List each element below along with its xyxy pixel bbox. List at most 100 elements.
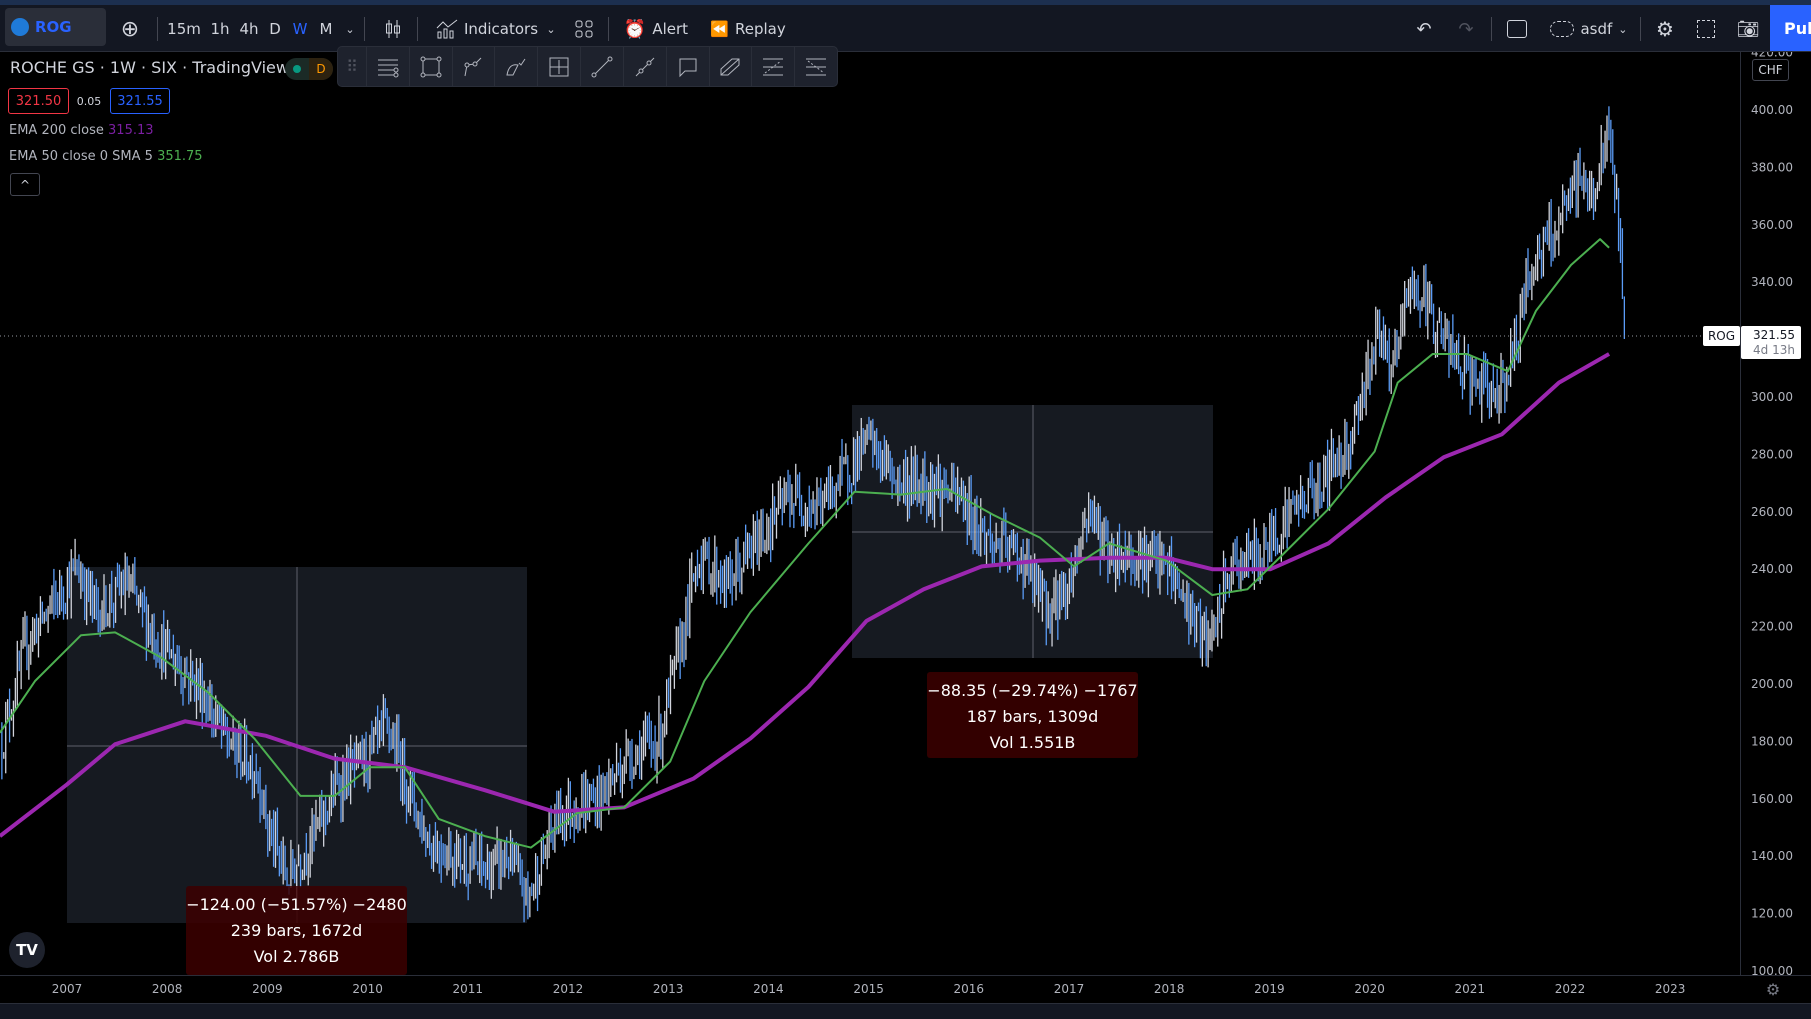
settings-gear-icon[interactable]: ⚙ <box>1653 13 1677 45</box>
spread-value: 0.05 <box>76 94 102 108</box>
fib-retracement-tool-icon[interactable] <box>751 47 794 86</box>
symbol-search-button[interactable]: ROG <box>5 8 106 46</box>
indicators-label: Indicators <box>463 20 539 38</box>
trend-line-tool-icon[interactable] <box>580 47 623 86</box>
divider <box>364 17 365 41</box>
collapse-legend-chevron-up-icon[interactable]: ^ <box>10 173 40 196</box>
time-tick-label: 2007 <box>51 982 83 996</box>
top-toolbar: ROG ⊕ 15m 1h 4h D W M ⌄ Indicators ⌄ ⏰ Al… <box>0 5 1811 52</box>
time-tick-label: 2017 <box>1053 982 1085 996</box>
buy-price-button[interactable]: 321.55 <box>110 88 170 114</box>
alert-label: Alert <box>652 20 689 38</box>
price-tick-label: 220.00 <box>1751 620 1793 634</box>
price-tick-label: 140.00 <box>1751 849 1793 863</box>
time-tick-label: 2010 <box>352 982 383 996</box>
bottom-panel-bar <box>0 1003 1811 1019</box>
camera-icon[interactable]: 📷︎ <box>1735 13 1761 45</box>
replay-label: Replay <box>734 20 786 38</box>
price-tick-label: 200.00 <box>1751 677 1793 691</box>
price-tick-label: 260.00 <box>1751 505 1793 519</box>
interval-m[interactable]: M <box>316 13 336 45</box>
layout-name: asdf <box>1580 20 1613 38</box>
horizontal-lines-tool-icon[interactable] <box>365 47 409 86</box>
drag-handle-icon[interactable]: ⠿ <box>338 47 366 86</box>
time-tick-label: 2013 <box>652 982 684 996</box>
indicators-icon <box>436 19 458 39</box>
rectangle-tool-icon[interactable] <box>408 47 452 86</box>
chart-legend: ROCHE GS · 1W · SIX · TradingView <box>10 58 289 77</box>
price-tick-label: 300.00 <box>1751 390 1793 404</box>
price-chart[interactable]: 420.00400.00380.00360.00340.00320.00300.… <box>0 52 1811 975</box>
price-tick-label: 240.00 <box>1751 562 1793 576</box>
delayed-data-label: D <box>309 58 333 80</box>
ema50-value: 351.75 <box>157 149 203 164</box>
chevron-down-icon[interactable]: ⌄ <box>543 13 559 45</box>
divider <box>1491 17 1492 41</box>
long-position-tool-icon[interactable] <box>537 47 580 86</box>
divider <box>157 17 158 41</box>
measure-label-1: −124.00 (−51.57%) −2480 239 bars, 1672d … <box>186 886 407 975</box>
market-status-badge[interactable]: D <box>285 58 333 80</box>
sell-price-button[interactable]: 321.50 <box>8 88 69 114</box>
layout-name-button[interactable]: asdf ⌄ <box>1543 13 1635 45</box>
legend-ema200[interactable]: EMA 200 close 315.13 <box>9 123 154 138</box>
time-tick-label: 2015 <box>853 982 884 996</box>
chevron-down-icon[interactable]: ⌄ <box>342 13 358 45</box>
bar-countdown: 4d 13h <box>1753 343 1795 357</box>
ema200-label: EMA 200 close <box>9 123 104 138</box>
measure-volume: Vol 1.551B <box>989 733 1076 752</box>
interval-4h[interactable]: 4h <box>237 13 261 45</box>
measure-label-2: −88.35 (−29.74%) −1767 187 bars, 1309d V… <box>927 672 1138 758</box>
time-tick-label: 2019 <box>1254 982 1285 996</box>
interval-1h[interactable]: 1h <box>208 13 232 45</box>
interval-d[interactable]: D <box>266 13 284 45</box>
roche-logo-icon <box>11 18 29 36</box>
brush-tool-icon[interactable] <box>494 47 537 86</box>
price-tick-label: 100.00 <box>1751 964 1793 975</box>
ray-tool-icon[interactable] <box>622 47 666 86</box>
price-tick-label: 280.00 <box>1751 447 1793 461</box>
currency-badge[interactable]: CHF <box>1752 59 1789 81</box>
interval-w[interactable]: W <box>290 13 310 45</box>
legend-ema50[interactable]: EMA 50 close 0 SMA 5 351.75 <box>9 149 203 164</box>
time-tick-label: 2012 <box>552 982 584 996</box>
alarm-clock-icon: ⏰ <box>623 18 647 40</box>
ema50-label: EMA 50 close 0 SMA 5 <box>9 149 153 164</box>
tradingview-logo-icon[interactable]: TV <box>9 932 45 968</box>
indicators-button[interactable]: Indicators <box>432 13 542 45</box>
time-tick-label: 2011 <box>452 982 484 996</box>
price-tick-label: 400.00 <box>1751 103 1793 117</box>
price-tick-label: 180.00 <box>1751 734 1793 748</box>
parallel-channel-tool-icon[interactable] <box>708 47 752 86</box>
alert-button[interactable]: ⏰ Alert <box>622 13 690 45</box>
callout-tool-icon[interactable] <box>665 47 709 86</box>
layout-single-icon[interactable] <box>1505 13 1529 45</box>
layouts-grid-icon[interactable] <box>572 13 596 45</box>
time-tick-label: 2020 <box>1354 982 1385 996</box>
compare-add-icon[interactable]: ⊕ <box>116 13 144 45</box>
time-tick-label: 2023 <box>1654 982 1686 996</box>
market-open-dot-icon <box>293 65 301 73</box>
drawing-toolbar: ⠿ <box>337 46 838 87</box>
price-tick-label: 360.00 <box>1751 218 1793 232</box>
replay-button[interactable]: ⏪ Replay <box>710 13 786 45</box>
measure-bars: 187 bars, 1309d <box>966 707 1099 726</box>
time-axis[interactable]: 2007 2008 2009 2010 2011 2012 2013 2014 2015 2016… <box>0 975 1811 1003</box>
time-tick-label: 2018 <box>1153 982 1185 996</box>
undo-icon[interactable]: ↶ <box>1412 13 1436 45</box>
axis-settings-gear-icon[interactable]: ⚙ <box>1762 978 1784 1000</box>
measure-volume: Vol 2.786B <box>253 947 340 966</box>
price-tick-label: 340.00 <box>1751 275 1793 289</box>
fib-extension-tool-icon[interactable] <box>794 47 837 86</box>
interval-15m[interactable]: 15m <box>167 13 201 45</box>
time-tick-label: 2016 <box>953 982 985 996</box>
measure-change: −88.35 (−29.74%) −1767 <box>927 681 1138 700</box>
bar-style-icon[interactable] <box>380 13 406 45</box>
path-tool-icon[interactable] <box>451 47 495 86</box>
symbol-title[interactable]: ROCHE GS · 1W · SIX · TradingView <box>10 58 289 77</box>
publish-button[interactable]: Pub <box>1770 5 1811 51</box>
redo-icon[interactable]: ↷ <box>1454 13 1478 45</box>
fullscreen-icon[interactable] <box>1694 13 1718 45</box>
time-tick-label: 2014 <box>753 982 784 996</box>
chevron-down-icon: ⌄ <box>1618 22 1628 36</box>
